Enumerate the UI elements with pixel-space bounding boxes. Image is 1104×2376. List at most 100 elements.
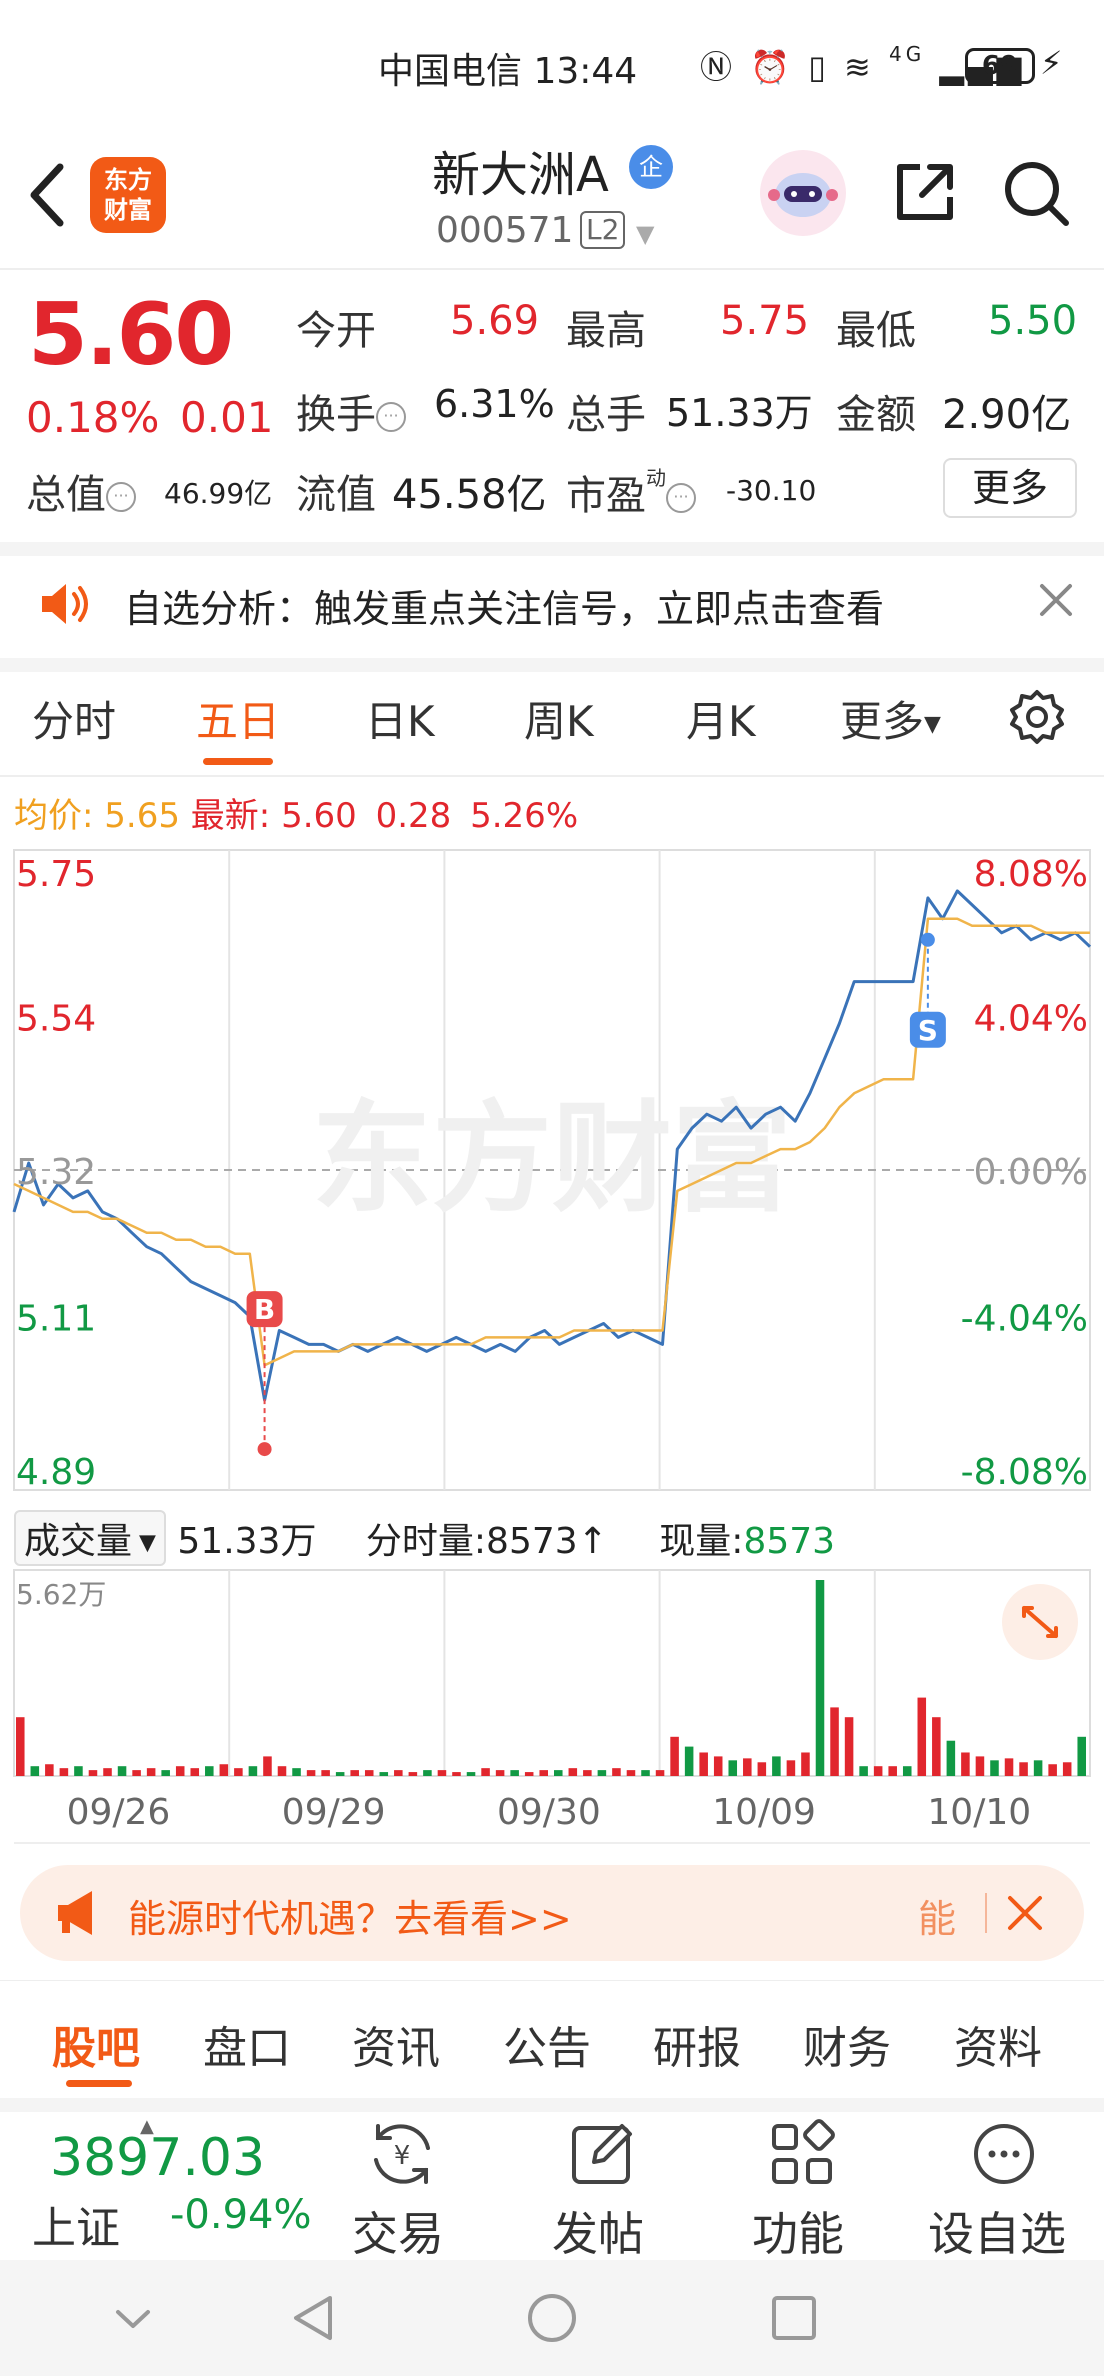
tab-finance[interactable]: 财务 [803,2012,891,2076]
ad-side-text: 能 [918,1897,957,1941]
indicator-select[interactable]: 成交量 ▼ [14,1510,166,1566]
edit-icon[interactable] [566,2118,638,2190]
watermark: 东方财富 [312,1090,792,1229]
marker-label: S [918,1014,938,1047]
tab-announcements[interactable]: 公告 [503,2012,591,2076]
turnover-value: 6.31% [434,382,555,426]
y-tick-right: -8.08% [961,1452,1088,1493]
volume-bar [219,1764,229,1776]
volume-bar [277,1766,287,1776]
volume-bar [437,1770,447,1776]
volume-bar [932,1717,941,1776]
volume-bar [45,1764,54,1776]
chevron-down-icon[interactable] [110,2296,156,2342]
volume-bar [423,1770,432,1776]
x-tick-date: 09/30 [497,1792,601,1833]
volume-total: 51.33万 [177,1521,317,1562]
volume-bar [394,1770,403,1776]
volume-bar [350,1770,359,1776]
amount-label: 金额 [836,392,916,438]
tab-weekly-k[interactable]: 周K [524,688,594,749]
volume-bar [554,1770,563,1776]
volume-bar [1004,1758,1014,1776]
notice-text[interactable]: 自选分析：触发重点关注信号，立即点击查看 [124,578,884,633]
tab-daily-k[interactable]: 日K [365,688,435,749]
gear-icon[interactable] [1008,688,1066,746]
tab-monthly-k[interactable]: 月K [686,688,756,749]
ad-text[interactable]: 能源时代机遇？去看看>> [128,1888,572,1943]
ad-separator [985,1893,987,1933]
nav-recents-icon[interactable] [766,2290,822,2346]
more-circle-icon[interactable] [968,2118,1040,2190]
total-value: 46.99亿 [164,477,273,510]
function-button[interactable]: 功能 [752,2198,844,2264]
trade-icon[interactable]: ¥ [366,2118,438,2190]
tab-order-book[interactable]: 盘口 [203,2012,291,2076]
tab-news[interactable]: 资讯 [352,2012,440,2076]
tab-more[interactable]: 更多▼ [840,688,941,749]
nfc-icon: Ⓝ [700,48,737,86]
volume-bar [74,1766,83,1776]
enterprise-badge: 企 [629,145,673,189]
tab-five-day[interactable]: 五日 [196,688,280,749]
low-label: 最低 [836,308,916,354]
battery-indicator: 69 [965,48,1035,84]
avg-price-value: 5.65 [104,796,180,836]
chevron-down-icon[interactable]: ▼ [636,220,654,248]
tab-active-indicator [203,758,273,765]
tab-guba[interactable]: 股吧 [52,2012,140,2076]
close-icon[interactable] [1002,1890,1048,1936]
volume-bar [335,1772,345,1776]
current-volume-value: 8573 [743,1521,836,1562]
ai-assistant-icon[interactable] [760,150,846,236]
volume-bar [524,1772,534,1776]
low-value: 5.50 [988,298,1078,344]
apps-icon[interactable] [766,2118,838,2190]
post-button[interactable]: 发帖 [552,2198,644,2264]
volume-chart[interactable]: 5.62万 [0,1568,1104,1788]
nav-home-icon[interactable] [524,2290,580,2346]
volume-bar [190,1768,200,1776]
add-watchlist-button[interactable]: 设自选 [928,2198,1066,2264]
marker-dot [257,1442,272,1457]
y-tick-left: 4.89 [16,1452,96,1493]
index-change-pct[interactable]: -0.94% [170,2192,312,2238]
search-icon[interactable] [1000,157,1072,229]
avg-price-label: 均价: [14,796,94,836]
section-divider [0,658,1104,672]
info-icon[interactable]: ··· [376,402,406,432]
volume-bar [946,1740,956,1776]
level2-badge[interactable]: L2 [580,211,626,249]
five-day-price-chart[interactable]: 东方财富 B S 5.75 8.08% 5.54 4.04% 5.32 0.00% 5.11 -… [0,840,1104,1500]
tab-intraday[interactable]: 分时 [32,688,116,749]
share-icon[interactable] [890,157,960,227]
divider [14,1842,1090,1844]
volume-bar [175,1766,185,1776]
buy-marker[interactable]: B [246,1291,283,1457]
volume-bar [728,1760,738,1776]
back-icon[interactable] [24,155,74,235]
more-button[interactable]: 更多 [943,458,1077,518]
volume-bar [481,1768,490,1776]
pe-dynamic-mark: 动 [646,466,666,490]
change-amount: 0.01 [180,393,274,442]
nav-back-icon[interactable] [286,2290,342,2346]
latest-label: 最新: [190,796,271,836]
y-tick-right: 0.00% [974,1152,1088,1193]
volume-bar [408,1772,418,1776]
tab-profile[interactable]: 资料 [954,2012,1042,2076]
info-icon[interactable]: ··· [666,483,696,513]
volume-row: 成交量 ▼ 51.33万 分时量:8573↑ 现量:8573 [14,1510,835,1566]
volume-bar [234,1768,243,1776]
close-icon[interactable] [1030,574,1082,626]
tab-research[interactable]: 研报 [653,2012,741,2076]
app-logo[interactable]: 东方 财富 [90,157,166,233]
info-icon[interactable]: ··· [106,482,136,512]
index-name[interactable]: 上证 [32,2192,120,2256]
index-value[interactable]: 3897.03 [50,2128,265,2188]
volume-bar [612,1768,621,1776]
sell-marker[interactable]: S [909,932,946,1048]
trade-button[interactable]: 交易 [352,2198,444,2264]
volume-bar [990,1760,999,1776]
volume-bar [495,1770,505,1776]
